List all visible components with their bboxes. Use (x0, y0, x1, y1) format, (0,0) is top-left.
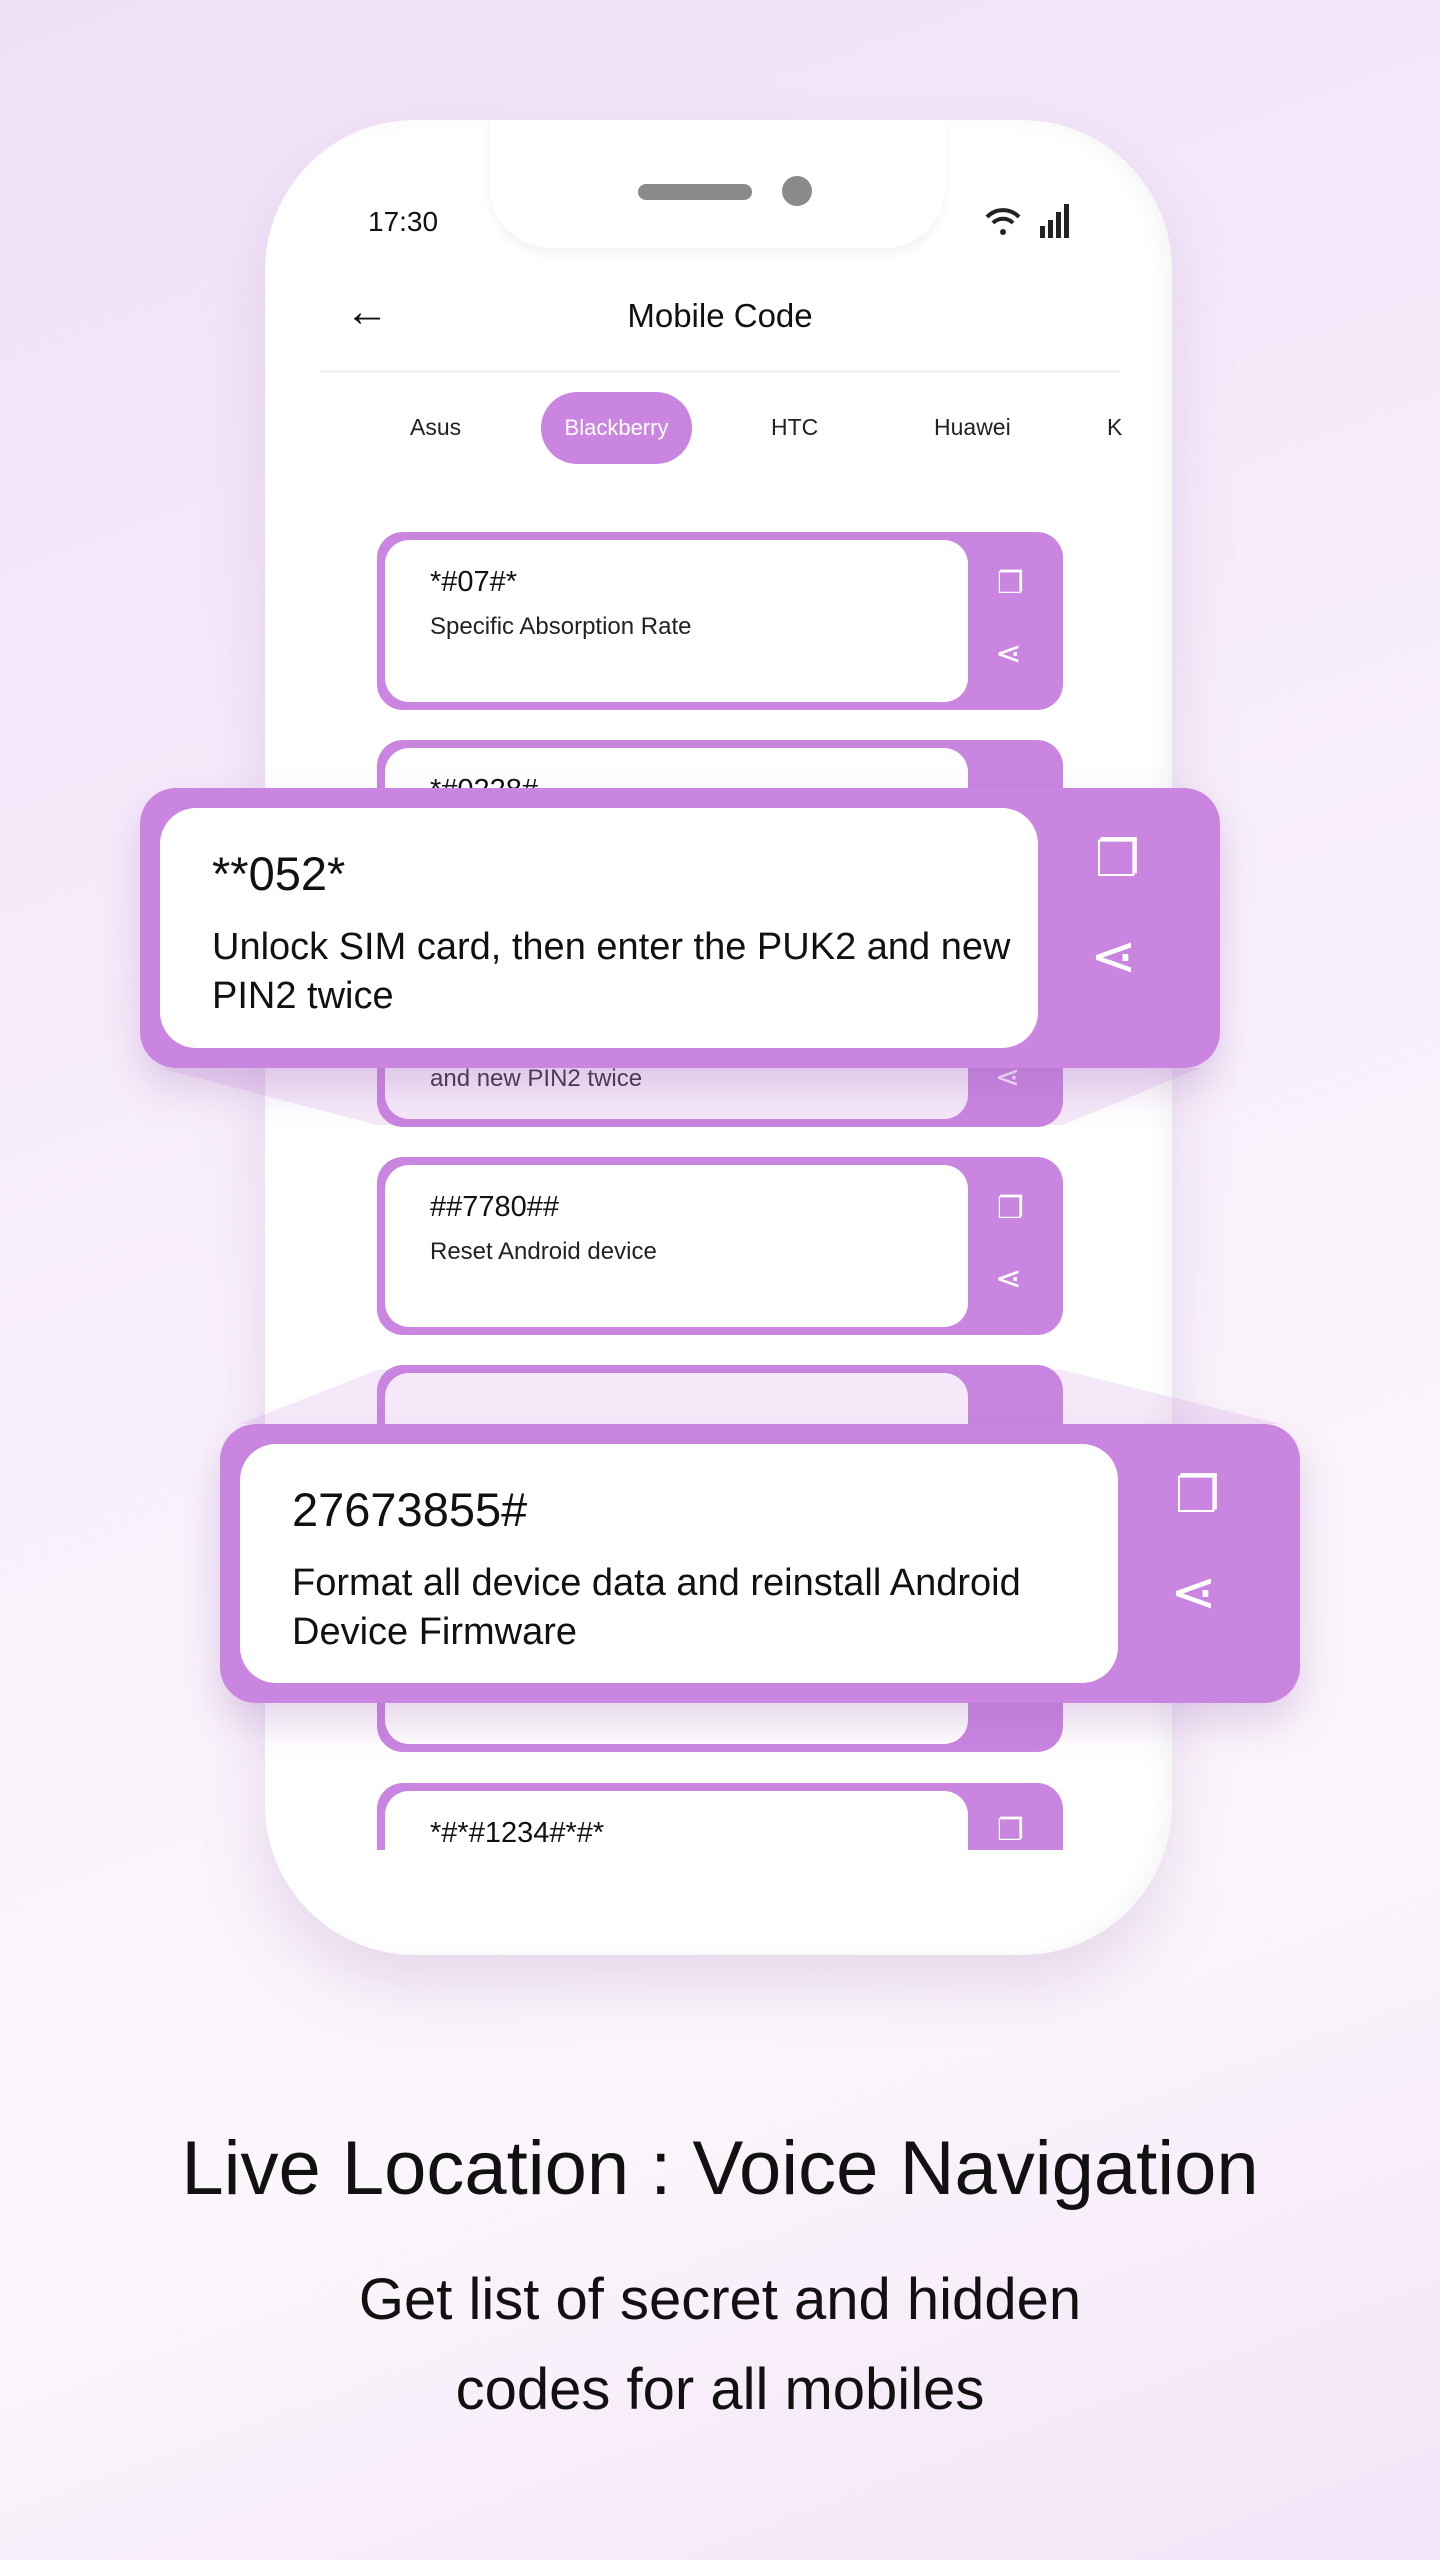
code-desc: Format all device data and reinstall And… (292, 1562, 1021, 1653)
copy-icon[interactable]: ❐ (1175, 1466, 1220, 1524)
share-icon[interactable]: ⋖ (1090, 923, 1137, 989)
code-popup[interactable]: **052* Unlock SIM card, then enter the PU… (140, 788, 1220, 1068)
promo-subtitle: Get list of secret and hidden codes for … (358, 2267, 1082, 2422)
code-popup[interactable]: 27673855# Format all device data and rein… (220, 1424, 1300, 1703)
copy-icon[interactable]: ❐ (1095, 830, 1140, 888)
code-text: 27673855# (292, 1483, 528, 1536)
share-icon[interactable]: ⋖ (1170, 1559, 1217, 1625)
promo-title: Live Location : Voice Navigation (181, 2126, 1259, 2211)
code-desc: Unlock SIM card, then enter the PUK2 and… (212, 926, 1011, 1017)
code-text: **052* (212, 847, 346, 900)
